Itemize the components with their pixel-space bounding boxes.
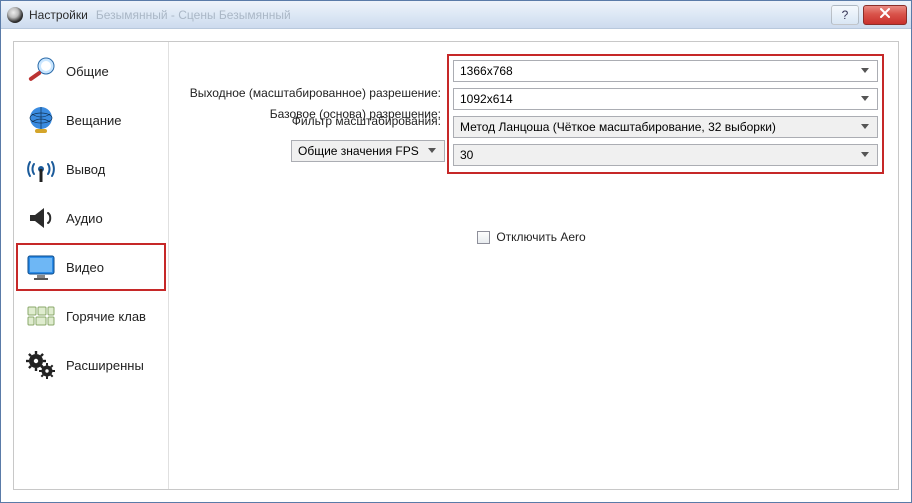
chevron-down-icon <box>857 89 873 109</box>
sidebar-item-label: Вещание <box>66 113 122 128</box>
highlighted-settings-group: 1366x768 1092x614 Метод Ланцоша (Чёткое … <box>447 54 884 174</box>
obs-app-icon <box>7 7 23 23</box>
fps-value-combo[interactable]: 30 <box>453 144 878 166</box>
disable-aero-checkbox[interactable] <box>477 231 490 244</box>
settings-window: Настройки Безымянный - Сцены Безымянный … <box>0 0 912 503</box>
fps-type-combo[interactable]: Общие значения FPS <box>291 140 445 162</box>
output-resolution-value: 1092x614 <box>460 92 857 106</box>
downscale-filter-value: Метод Ланцоша (Чёткое масштабирование, 3… <box>460 120 857 134</box>
disable-aero-row: Отключить Aero <box>179 230 884 244</box>
downscale-filter-combo[interactable]: Метод Ланцоша (Чёткое масштабирование, 3… <box>453 116 878 138</box>
output-resolution-combo[interactable]: 1092x614 <box>453 88 878 110</box>
downscale-filter-label: Фильтр масштабирования: <box>179 114 447 128</box>
output-resolution-label: Выходное (масштабированное) разрешение: <box>179 86 447 100</box>
help-icon: ? <box>842 8 849 22</box>
chevron-down-icon <box>424 141 440 161</box>
fps-value: 30 <box>460 148 857 162</box>
sidebar-item-hotkeys[interactable]: Горячие клав <box>16 292 166 340</box>
sidebar-item-label: Общие <box>66 64 109 79</box>
fps-type-value: Общие значения FPS <box>298 144 424 158</box>
disable-aero-label: Отключить Aero <box>496 230 585 244</box>
client-area: Общие Вещание Вывод <box>1 29 911 502</box>
sidebar: Общие Вещание Вывод <box>14 42 169 489</box>
sidebar-item-label: Аудио <box>66 211 103 226</box>
sidebar-item-audio[interactable]: Аудио <box>16 194 166 242</box>
base-resolution-value: 1366x768 <box>460 64 857 78</box>
sidebar-item-general[interactable]: Общие <box>16 47 166 95</box>
window-title: Настройки <box>29 8 88 22</box>
wrench-icon <box>24 54 58 88</box>
sidebar-item-advanced[interactable]: Расширенны <box>16 341 166 389</box>
window-subtitle: Безымянный - Сцены Безымянный <box>96 8 291 22</box>
sidebar-item-stream[interactable]: Вещание <box>16 96 166 144</box>
close-button[interactable] <box>863 5 907 25</box>
titlebar: Настройки Безымянный - Сцены Безымянный … <box>1 1 911 29</box>
keyboard-icon <box>24 299 58 333</box>
speaker-icon <box>24 201 58 235</box>
sidebar-item-label: Горячие клав <box>66 309 146 324</box>
monitor-icon <box>24 250 58 284</box>
sidebar-item-label: Вывод <box>66 162 105 177</box>
globe-icon <box>24 103 58 137</box>
video-settings-pane: Базовое (основа) разрешение: 1366x768 10… <box>169 42 898 489</box>
close-icon <box>879 7 891 22</box>
sidebar-item-label: Расширенны <box>66 358 144 373</box>
sidebar-item-video[interactable]: Видео <box>16 243 166 291</box>
antenna-icon <box>24 152 58 186</box>
chevron-down-icon <box>857 61 873 81</box>
gears-icon <box>24 348 58 382</box>
chevron-down-icon <box>857 117 873 137</box>
chevron-down-icon <box>857 145 873 165</box>
sidebar-item-output[interactable]: Вывод <box>16 145 166 193</box>
base-resolution-combo[interactable]: 1366x768 <box>453 60 878 82</box>
help-button[interactable]: ? <box>831 5 859 25</box>
sidebar-item-label: Видео <box>66 260 104 275</box>
settings-panel: Общие Вещание Вывод <box>13 41 899 490</box>
